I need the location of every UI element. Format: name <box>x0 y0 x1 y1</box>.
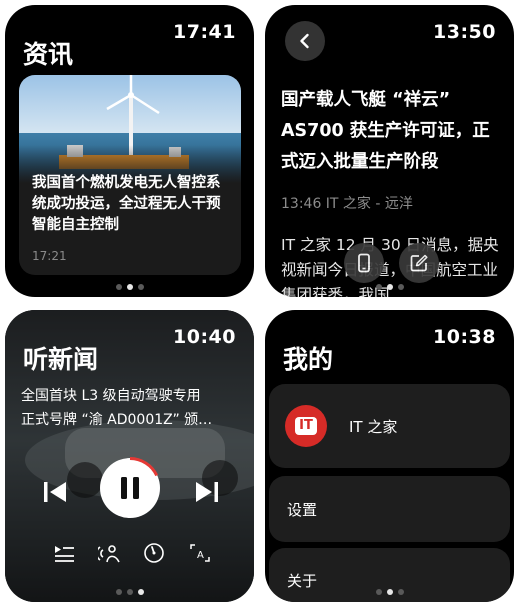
phone-button[interactable] <box>344 243 384 283</box>
voice-icon <box>98 545 120 563</box>
edit-button[interactable] <box>399 243 439 283</box>
status-time: 10:40 <box>173 326 236 348</box>
page-dot-active <box>137 589 144 595</box>
page-dot <box>375 284 382 290</box>
page-indicator <box>5 284 254 290</box>
news-headline: 我国首个燃机发电无人智控系统成功投运，全过程无人干预智能自主控制 <box>32 175 221 233</box>
account-row[interactable]: IT IT 之家 <box>269 384 510 468</box>
news-screen: 17:41 资讯 我国首个燃机发电无人智控系统成功投运，全过程无人干预智能自主控… <box>5 5 254 297</box>
article-screen: 13:50 国产载人飞艇 “祥云” AS700 获生产许可证，正式迈入批量生产阶… <box>265 5 514 297</box>
playlist-icon <box>55 546 74 562</box>
phone-icon <box>358 253 370 273</box>
now-playing-title: 全国首块 L3 级自动驾驶专用 正式号牌 “渝 AD0001Z” 颁… <box>21 384 243 432</box>
voice-button[interactable] <box>95 538 125 568</box>
about-label: 关于 <box>287 572 318 590</box>
now-playing-line-1: 全国首块 L3 级自动驾驶专用 <box>21 388 201 404</box>
page-dot <box>115 589 122 595</box>
pause-button[interactable] <box>99 457 161 519</box>
pause-control <box>99 457 161 519</box>
font-size-icon: A <box>190 544 210 562</box>
status-time: 13:50 <box>433 21 496 43</box>
page-dot-active <box>126 284 133 290</box>
page-title: 我的 <box>283 345 334 374</box>
font-size-button[interactable]: A <box>185 538 215 568</box>
status-time: 10:38 <box>433 326 496 348</box>
it-home-logo: IT <box>285 405 327 447</box>
svg-text:A: A <box>197 550 204 561</box>
edit-icon <box>410 254 428 272</box>
logo-text: IT <box>295 417 317 435</box>
next-button[interactable] <box>187 472 227 512</box>
page-dot <box>397 284 404 290</box>
page-dot-active <box>386 589 393 595</box>
playlist-button[interactable] <box>49 538 79 568</box>
page-title: 资讯 <box>23 40 74 69</box>
page-indicator <box>265 589 514 595</box>
now-playing-line-2: 正式号牌 “渝 AD0001Z” 颁… <box>21 412 213 428</box>
page-title: 听新闻 <box>23 345 99 374</box>
back-button[interactable] <box>285 21 325 61</box>
news-time: 17:21 <box>32 249 67 263</box>
page-dot-active <box>386 284 393 290</box>
speed-button[interactable] <box>139 538 169 568</box>
player-screen: 10:40 听新闻 全国首块 L3 级自动驾驶专用 正式号牌 “渝 AD0001… <box>5 310 254 602</box>
news-card[interactable]: 我国首个燃机发电无人智控系统成功投运，全过程无人干预智能自主控制 17:21 <box>19 75 241 275</box>
previous-icon <box>44 482 66 502</box>
next-icon <box>196 482 218 502</box>
speed-icon <box>144 543 164 563</box>
status-time: 17:41 <box>173 21 236 43</box>
page-dot <box>137 284 144 290</box>
chevron-left-icon <box>300 33 309 49</box>
mine-screen: 10:38 我的 IT IT 之家 设置 关于 <box>265 310 514 602</box>
settings-row[interactable]: 设置 <box>269 476 510 542</box>
account-name: IT 之家 <box>349 418 398 436</box>
page-indicator <box>265 284 514 290</box>
article-title: 国产载人飞艇 “祥云” AS700 获生产许可证，正式迈入批量生产阶段 <box>281 90 490 172</box>
settings-label: 设置 <box>287 501 318 519</box>
page-dot <box>126 589 133 595</box>
page-dot <box>397 589 404 595</box>
previous-button[interactable] <box>35 472 75 512</box>
page-dot <box>115 284 122 290</box>
page-indicator <box>5 589 254 595</box>
page-dot <box>375 589 382 595</box>
news-card-image <box>19 75 241 183</box>
article-meta: 13:46 IT 之家 - 远洋 <box>281 196 413 212</box>
